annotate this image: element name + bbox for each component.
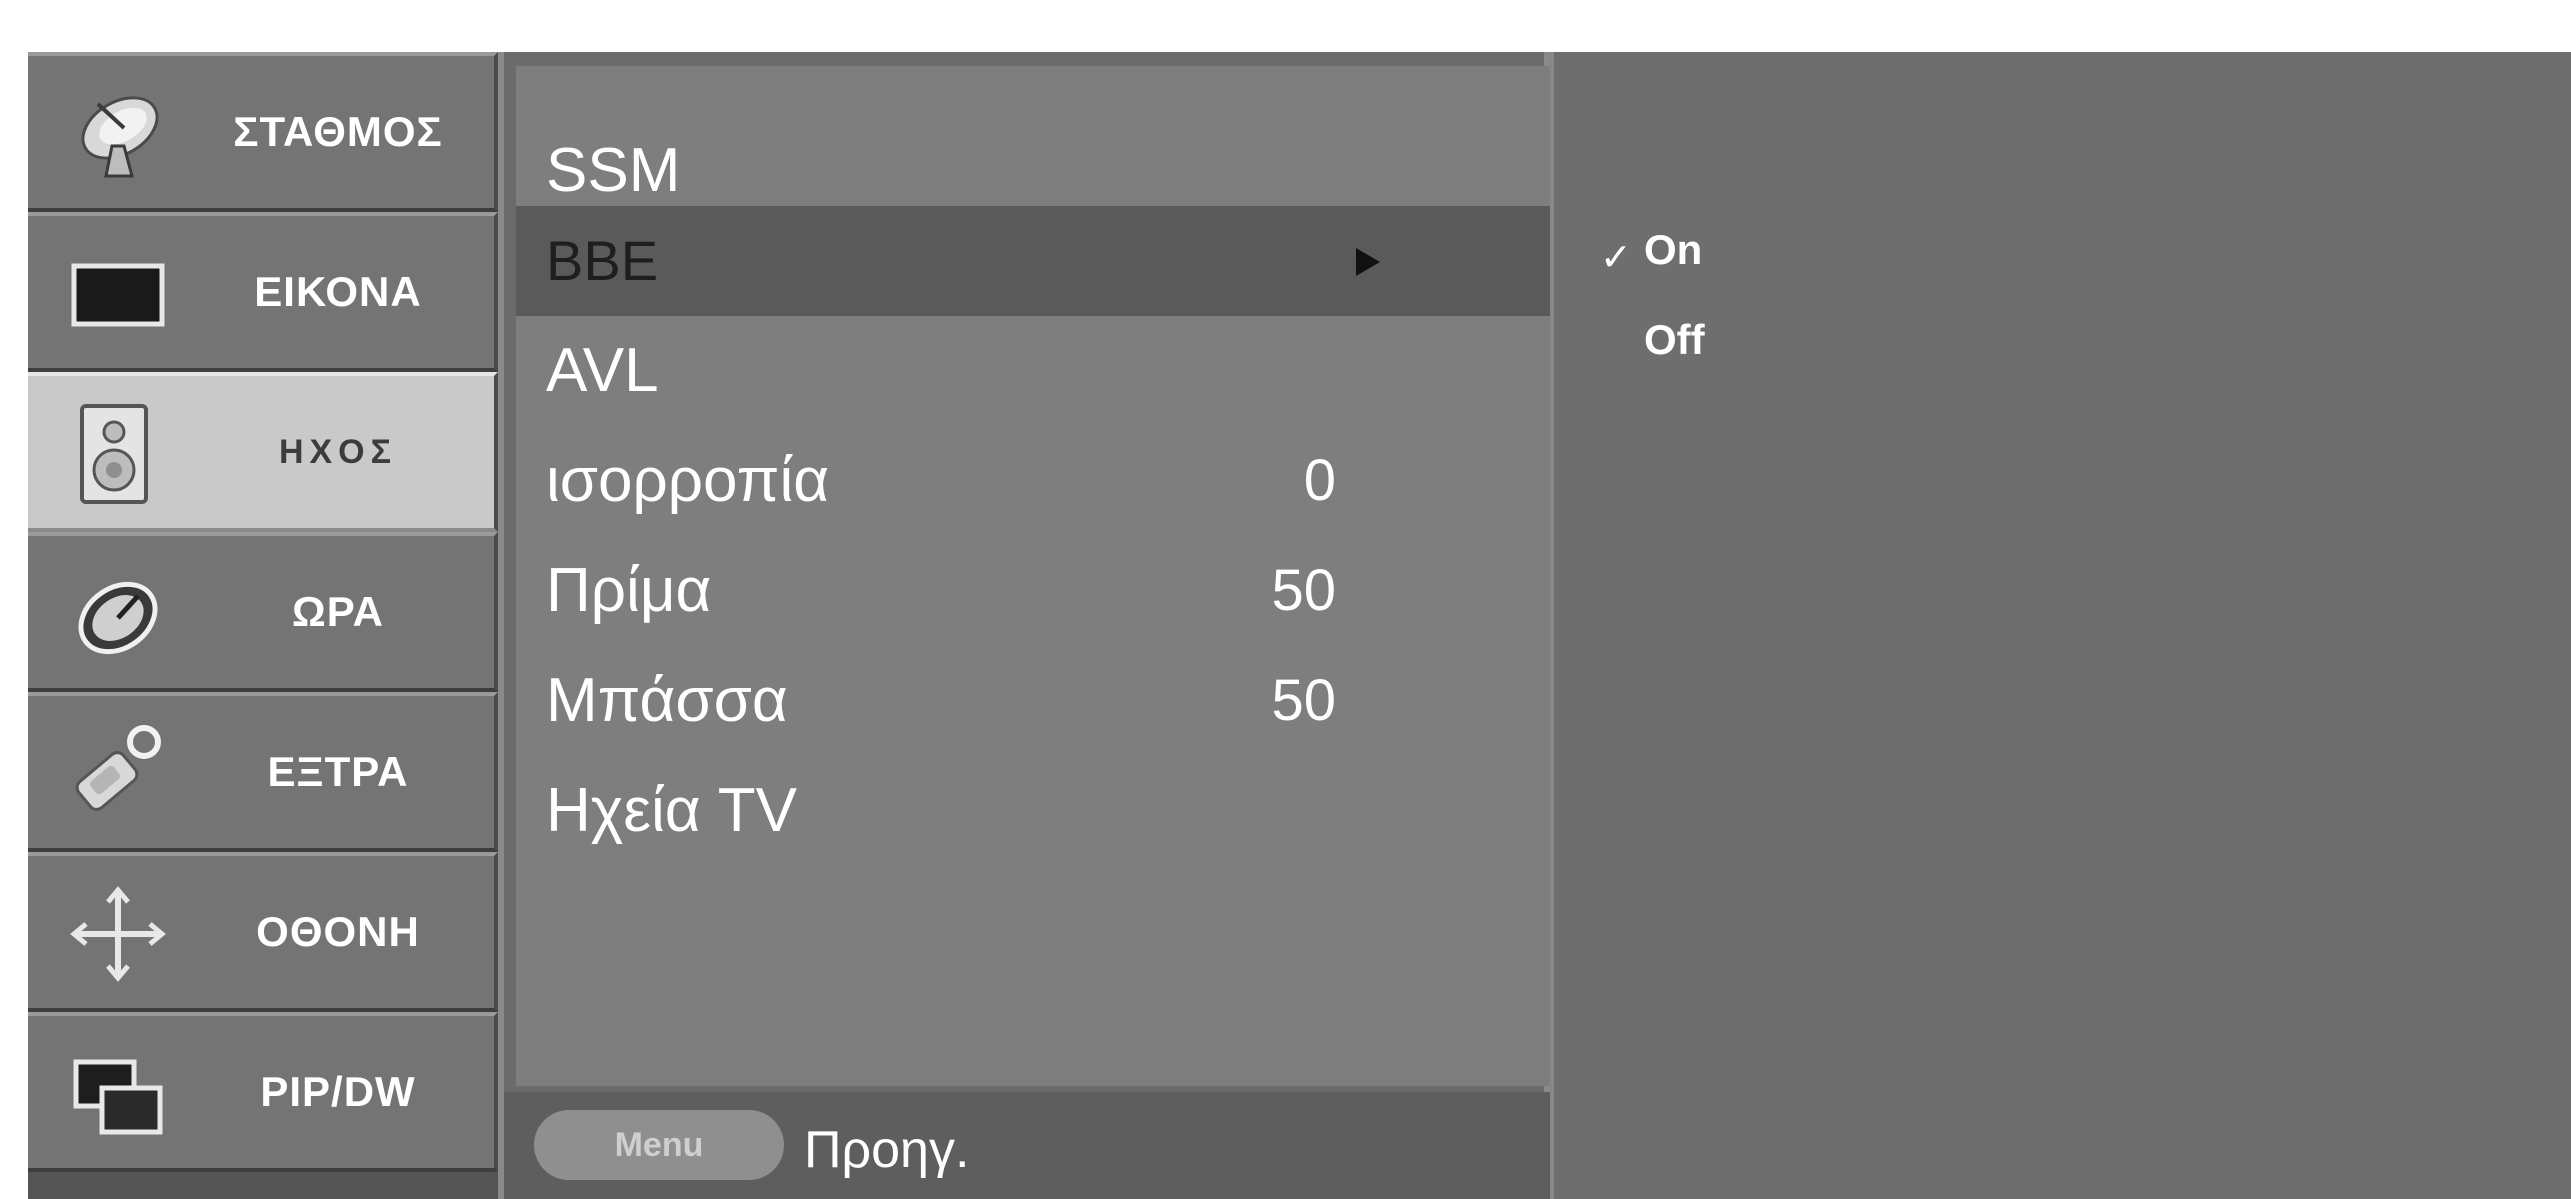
extra-tool-icon [68, 724, 168, 824]
sidebar-item-label: ΕΞΤΡΑ [267, 748, 409, 795]
satellite-dish-icon [68, 84, 168, 184]
sidebar-item-label: ΣΤΑΘΜΟΣ [233, 108, 443, 155]
menu-item-avl[interactable]: AVL [516, 316, 1552, 426]
menu-button[interactable]: Menu [534, 1110, 784, 1180]
sidebar-item-label: ΗΧΟΣ [278, 433, 398, 471]
sidebar-item-label: ΩΡΑ [292, 588, 384, 635]
sidebar-item-pip[interactable]: PIP/DW [28, 1012, 498, 1172]
option-off[interactable]: Off [1644, 300, 1705, 380]
menu-item-bass[interactable]: Μπάσσα 50 [516, 646, 1552, 756]
picture-screen-icon [68, 244, 168, 344]
bbe-options-panel: ✓ On Off [1550, 52, 2571, 1199]
menu-item-treble[interactable]: Πρίμα 50 [516, 536, 1552, 646]
option-on[interactable]: On [1644, 210, 1702, 290]
screen-adjust-arrows-icon [68, 884, 168, 984]
sidebar-item-extra[interactable]: ΕΞΤΡΑ [28, 692, 498, 852]
sidebar-item-sound[interactable]: ΗΧΟΣ [28, 372, 498, 532]
sound-submenu-panel: SSM BBE AVL ισορροπία 0 Πρίμα 50 Μπάσσα … [498, 52, 1556, 1199]
sidebar-item-label: PIP/DW [260, 1068, 416, 1115]
menu-item-label: Πρίμα [546, 556, 712, 625]
menu-footer: Menu Προηγ. [504, 1092, 1556, 1199]
menu-item-label: BBE [546, 229, 659, 292]
sidebar-item-label: ΟΘΟΝΗ [256, 908, 420, 955]
menu-item-label: Ηχεία TV [546, 776, 798, 845]
pip-windows-icon [68, 1044, 168, 1144]
sidebar-item-screen[interactable]: ΟΘΟΝΗ [28, 852, 498, 1012]
tv-osd-screen: ΣΤΑΘΜΟΣ ΕΙΚΟΝΑ ΗΧΟΣ ΩΡΑ ΕΞΤΡΑ ΟΘΟΝΗ PIP/… [0, 0, 2571, 1199]
sound-menu-list: SSM BBE AVL ισορροπία 0 Πρίμα 50 Μπάσσα … [516, 66, 1552, 1086]
speaker-icon [68, 404, 168, 504]
sidebar-item-station[interactable]: ΣΤΑΘΜΟΣ [28, 52, 498, 212]
main-menu-sidebar: ΣΤΑΘΜΟΣ ΕΙΚΟΝΑ ΗΧΟΣ ΩΡΑ ΕΞΤΡΑ ΟΘΟΝΗ PIP/… [28, 52, 498, 1199]
menu-item-tv-speakers[interactable]: Ηχεία TV [516, 756, 1552, 866]
menu-item-value: 50 [1271, 558, 1336, 623]
menu-item-value: 0 [1303, 448, 1336, 513]
sidebar-item-time[interactable]: ΩΡΑ [28, 532, 498, 692]
back-hint-label: Προηγ. [804, 1121, 970, 1179]
menu-item-bbe[interactable]: BBE [516, 206, 1552, 316]
menu-item-label: AVL [546, 336, 659, 405]
check-icon: ✓ [1600, 235, 1632, 279]
clock-icon [68, 564, 168, 664]
submenu-arrow-icon [1356, 248, 1380, 276]
menu-item-value: 50 [1271, 668, 1336, 733]
sidebar-item-picture[interactable]: ΕΙΚΟΝΑ [28, 212, 498, 372]
menu-item-label: ισορροπία [546, 446, 830, 515]
menu-item-label: Μπάσσα [546, 666, 788, 735]
menu-item-balance[interactable]: ισορροπία 0 [516, 426, 1552, 536]
sidebar-item-label: ΕΙΚΟΝΑ [254, 268, 422, 315]
